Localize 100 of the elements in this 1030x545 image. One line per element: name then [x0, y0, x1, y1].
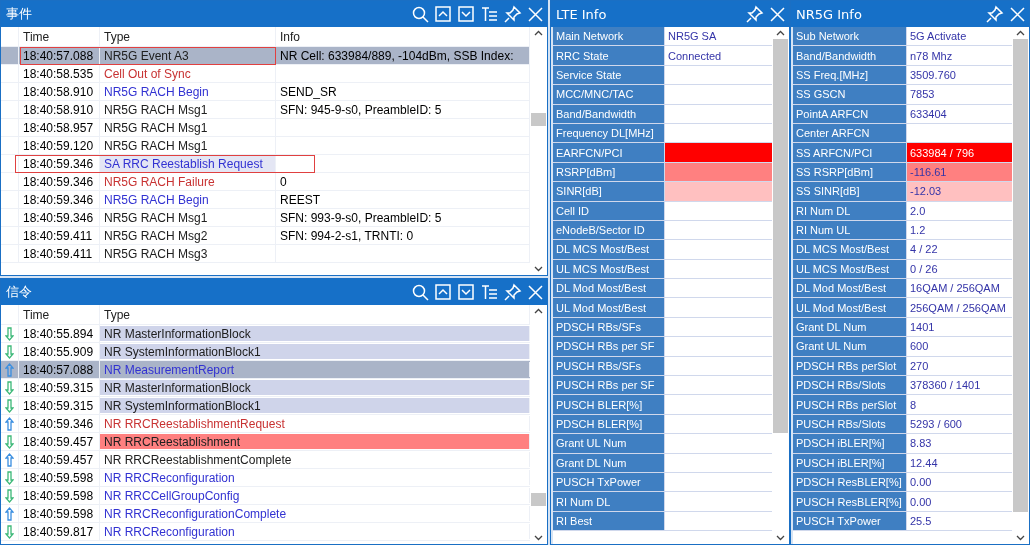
table-cell: 18:40:59.411 — [19, 245, 100, 262]
table-cell: 18:40:58.957 — [19, 119, 100, 136]
table-cell: NR5G RACH Msg1 — [100, 119, 276, 136]
table-cell: 18:40:59.120 — [19, 137, 100, 154]
scrollbar-thumb[interactable] — [531, 112, 546, 127]
field-label: RI Num DL — [553, 492, 665, 511]
panel-title: 信令 — [6, 283, 32, 301]
pin-icon[interactable] — [745, 4, 764, 24]
scrollbar-thumb[interactable] — [531, 493, 546, 507]
table-cell: NR5G RACH Begin — [100, 83, 276, 100]
table-row[interactable]: 18:40:55.894 NR MasterInformationBlock — [1, 325, 530, 343]
field-label: Grant UL Num — [793, 337, 907, 356]
table-cell: NR MasterInformationBlock — [100, 326, 530, 341]
search-icon[interactable] — [411, 4, 430, 24]
table-cell: NR SystemInformationBlock1 — [100, 398, 530, 413]
field-value: 633984 / 796 — [907, 143, 1012, 162]
scroll-up-icon[interactable] — [434, 4, 453, 24]
table-cell: NR5G RACH Failure — [100, 173, 276, 190]
table-cell: NR5G Event A3 — [100, 47, 276, 64]
table-row[interactable]: 18:40:59.457 NR RRCReestablishment — [1, 433, 530, 451]
scrollbar-thumb[interactable] — [1013, 39, 1028, 513]
panel-title: NR5G Info — [796, 6, 862, 22]
selected-row-highlight[interactable]: 18:40:57.088 NR MeasurementReport — [1, 361, 530, 379]
search-icon[interactable] — [411, 282, 430, 302]
table-cell: NR5G RACH Msg3 — [100, 245, 276, 262]
panel-title: 事件 — [6, 5, 32, 23]
table-cell: 18:40:57.088 — [19, 47, 100, 64]
table-row[interactable]: 18:40:59.598 NR RRCReconfiguration — [1, 469, 530, 487]
close-icon[interactable] — [768, 4, 787, 24]
table-cell: 18:40:59.411 — [19, 227, 100, 244]
table-cell: 18:40:58.910 — [19, 101, 100, 118]
column-header[interactable]: Time — [19, 305, 100, 324]
field-label: SS GSCN — [793, 85, 907, 104]
table-cell: NR5G RACH Msg1 — [100, 101, 276, 118]
table-row[interactable]: 18:40:59.598 NR RRCCellGroupConfig — [1, 487, 530, 505]
field-label: SS ARFCN/PCI — [793, 143, 907, 162]
field-label: UL Mod Most/Best — [553, 298, 665, 317]
field-label: PDSCH RBs per SF — [553, 337, 665, 356]
close-icon[interactable] — [1008, 4, 1027, 24]
scroll-up-icon[interactable] — [434, 282, 453, 302]
table-cell: Cell Out of Sync — [100, 65, 276, 82]
table-cell: NR5G RACH Msg1 — [100, 209, 276, 226]
table-row[interactable]: 18:40:59.817 NR RRCReconfiguration — [1, 523, 530, 541]
table-cell: 18:40:59.346 — [19, 191, 100, 208]
close-icon[interactable] — [526, 282, 545, 302]
scrollbar[interactable] — [772, 27, 789, 544]
field-label: DL MCS Most/Best — [793, 240, 907, 259]
table-cell: NR SystemInformationBlock1 — [100, 344, 530, 359]
scrollbar[interactable] — [530, 305, 547, 544]
field-label: Sub Network — [793, 27, 907, 46]
table-cell: 18:40:58.910 — [19, 83, 100, 100]
table-cell: 18:40:59.346 — [19, 173, 100, 190]
table-cell: 18:40:59.598 — [19, 469, 100, 486]
table-cell: 18:40:59.817 — [19, 523, 100, 540]
pin-icon[interactable] — [503, 282, 522, 302]
field-label: DL Mod Most/Best — [553, 279, 665, 298]
field-label: SINR[dB] — [553, 182, 665, 201]
field-label: PDSCH RBs/Slots — [793, 376, 907, 395]
scroll-down-icon[interactable] — [457, 4, 476, 24]
table-row[interactable]: 18:40:59.315 NR SystemInformationBlock1 — [1, 397, 530, 415]
table-cell: 18:40:58.535 — [19, 65, 100, 82]
close-icon[interactable] — [526, 4, 545, 24]
field-label: Band/Bandwidth — [793, 46, 907, 65]
scroll-down-icon[interactable] — [457, 282, 476, 302]
field-label: Grant UL Num — [553, 434, 665, 453]
field-label: PUSCH BLER[%] — [553, 395, 665, 414]
table-cell: 18:40:59.346 — [19, 209, 100, 226]
scrollbar[interactable] — [530, 27, 547, 275]
filter-icon[interactable] — [480, 4, 499, 24]
pin-icon[interactable] — [985, 4, 1004, 24]
column-header[interactable]: Time — [19, 27, 100, 46]
pin-icon[interactable] — [503, 4, 522, 24]
filter-icon[interactable] — [480, 282, 499, 302]
field-label: DL MCS Most/Best — [553, 240, 665, 259]
table-row[interactable]: 18:40:55.909 NR SystemInformationBlock1 — [1, 343, 530, 361]
field-label: UL Mod Most/Best — [793, 298, 907, 317]
field-label: EARFCN/PCI — [553, 143, 665, 162]
table-cell: NR5G RACH Msg2 — [100, 227, 276, 244]
table-row[interactable]: 18:40:59.457 NR RRCReestablishmentComplete — [1, 451, 530, 469]
field-label: DL Mod Most/Best — [793, 279, 907, 298]
field-label: Main Network — [553, 27, 665, 46]
field-label: RRC State — [553, 46, 665, 65]
table-row[interactable]: 18:40:59.598 NR RRCReconfigurationComplete — [1, 505, 530, 523]
field-value: -12.03 — [907, 182, 1012, 201]
field-label: SS SINR[dB] — [793, 182, 907, 201]
table-cell: 18:40:57.088 — [19, 361, 100, 378]
scrollbar-thumb[interactable] — [773, 39, 788, 434]
selected-row-highlight[interactable]: 18:40:57.088 NR5G Event A3 NR Cell: 633984/889, -104dBm, SSB Index: — [1, 47, 530, 65]
field-label: MCC/MNC/TAC — [553, 85, 665, 104]
table-cell: NR RRCReestablishment — [100, 434, 530, 449]
scrollbar[interactable] — [1012, 27, 1029, 544]
table-cell: NR5G RACH Begin — [100, 191, 276, 208]
field-label: PUSCH RBs per SF — [553, 376, 665, 395]
field-label: PDSCH iBLER[%] — [793, 434, 907, 453]
table-cell: NR MasterInformationBlock — [100, 380, 530, 395]
table-row[interactable]: 18:40:59.315 NR MasterInformationBlock — [1, 379, 530, 397]
table-cell: 18:40:59.457 — [19, 451, 100, 468]
field-label: PUSCH ResBLER[%] — [793, 492, 907, 511]
column-header[interactable]: Type — [100, 27, 276, 46]
table-row[interactable]: 18:40:59.346 NR RRCReestablishmentRequest — [1, 415, 530, 433]
